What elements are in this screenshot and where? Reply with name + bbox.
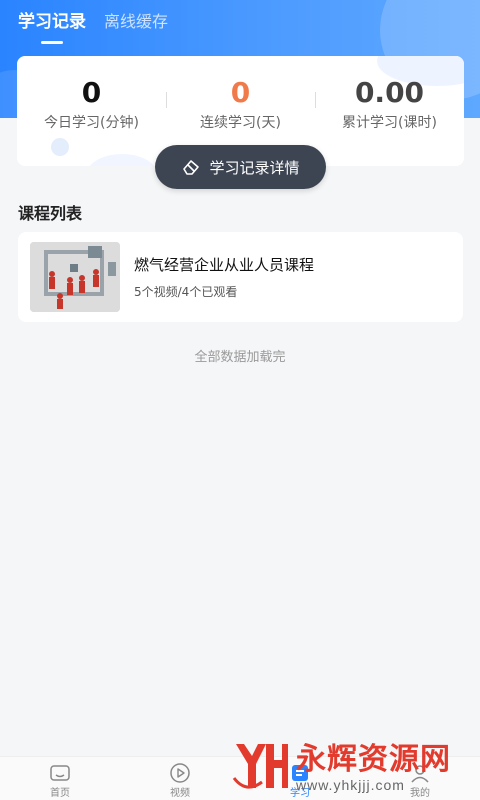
nav-label: 视频 [170, 788, 190, 799]
course-meta: 5个视频/4个已观看 [134, 285, 238, 299]
home-icon [49, 762, 71, 784]
watermark-logo-icon [232, 738, 290, 798]
list-end-tip: 全部数据加载完 [194, 350, 286, 365]
stat-continuous-days: 0 连续学习(天) [166, 76, 315, 132]
watermark-url: www.yhkjjj.com [296, 777, 405, 793]
study-record-detail-button[interactable]: 学习记录详情 [155, 145, 326, 189]
watermark: 永辉资源网 www.yhkjjj.com [232, 736, 472, 800]
watermark-name: 永辉资源网 [296, 742, 451, 777]
stat-today-minutes: 0 今日学习(分钟) [17, 76, 166, 132]
course-card[interactable]: 燃气经营企业从业人员课程 5个视频/4个已观看 [18, 232, 463, 322]
stat-label: 今日学习(分钟) [44, 115, 139, 131]
stat-value: 0 [81, 76, 102, 109]
stat-label: 累计学习(课时) [342, 115, 437, 131]
stat-value: 0 [230, 76, 251, 109]
stat-value: 0.00 [354, 76, 425, 109]
tab-study-record[interactable]: 学习记录 [18, 10, 86, 34]
course-thumbnail [30, 242, 120, 312]
nav-item-video[interactable]: 视频 [120, 757, 240, 800]
stat-total-hours: 0.00 累计学习(课时) [315, 76, 464, 132]
tab-offline-cache[interactable]: 离线缓存 [104, 10, 168, 34]
course-title: 燃气经营企业从业人员课程 [134, 256, 315, 274]
play-icon [169, 762, 191, 784]
eraser-icon [181, 157, 201, 177]
top-tabs: 学习记录 离线缓存 [18, 10, 168, 34]
course-list-title: 课程列表 [18, 204, 83, 223]
nav-item-home[interactable]: 首页 [0, 757, 120, 800]
nav-label: 首页 [50, 788, 70, 799]
stat-label: 连续学习(天) [200, 115, 281, 131]
detail-button-label: 学习记录详情 [209, 158, 300, 177]
